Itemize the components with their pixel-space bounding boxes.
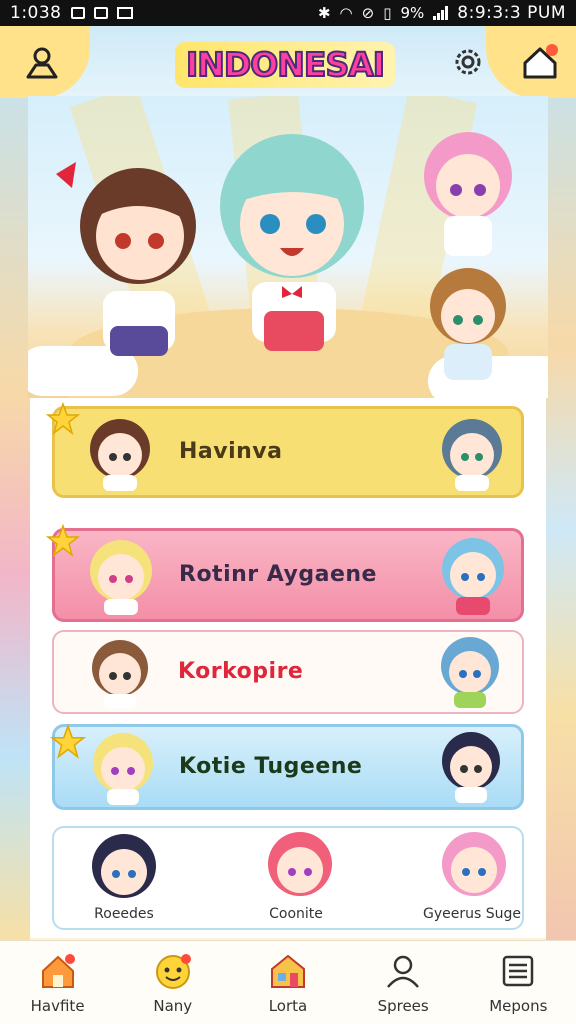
smiley-icon bbox=[151, 949, 195, 993]
character-brown-hair bbox=[56, 162, 196, 356]
avatar bbox=[90, 540, 152, 615]
nav-item-havfite[interactable]: Havfite bbox=[0, 941, 115, 1024]
character-pink-hair bbox=[424, 132, 512, 256]
character-ponytail bbox=[430, 268, 506, 380]
document-icon bbox=[496, 949, 540, 993]
star-icon bbox=[46, 524, 80, 557]
avatar bbox=[92, 640, 148, 708]
shop-icon bbox=[266, 949, 310, 993]
nav-label: Havfite bbox=[30, 997, 85, 1015]
battery-percent: 9% bbox=[400, 4, 425, 22]
nav-label: Sprees bbox=[377, 997, 429, 1015]
gear-icon bbox=[455, 49, 481, 75]
house-icon bbox=[36, 949, 80, 993]
list-item-label: Korkopire bbox=[178, 659, 304, 684]
avatar bbox=[442, 732, 500, 803]
profile-icon bbox=[26, 47, 58, 79]
multi-card-label: Gyeerus Suge bbox=[423, 906, 521, 922]
star-icon bbox=[46, 402, 80, 435]
nav-item-lorta[interactable]: Lorta bbox=[230, 941, 345, 1024]
battery-saver-icon: ▯ bbox=[383, 4, 392, 22]
list-item[interactable]: Rotinr Aygaene bbox=[52, 528, 524, 622]
app-header: INDONESAI bbox=[0, 26, 576, 98]
home-notification-icon bbox=[523, 44, 558, 79]
home-notification-button[interactable] bbox=[518, 40, 562, 84]
avatar bbox=[442, 538, 504, 615]
person-icon bbox=[381, 949, 425, 993]
multi-card-label: Coonite bbox=[269, 906, 323, 922]
calendar-icon bbox=[93, 7, 108, 19]
status-time-left: 1:038 bbox=[10, 3, 62, 23]
multi-character-card[interactable]: Roeedes Coonite Gyeerus Suge bbox=[52, 826, 524, 930]
bottom-navigation: Havfite Nany Lorta Sprees Mepons bbox=[0, 940, 576, 1024]
signal-icon bbox=[433, 6, 449, 20]
bluetooth-icon: ✱ bbox=[317, 4, 331, 22]
nav-label: Mepons bbox=[489, 997, 548, 1015]
avatar bbox=[93, 733, 153, 805]
list-item-label: Kotie Tugeene bbox=[179, 754, 363, 779]
signal-off-icon: ⊘ bbox=[361, 4, 375, 22]
list-item[interactable]: Kotie Tugeene bbox=[52, 724, 524, 810]
avatar bbox=[442, 832, 506, 896]
avatar bbox=[442, 419, 502, 491]
list-item[interactable]: Korkopire bbox=[52, 630, 524, 714]
app-title: INDONESAI bbox=[175, 42, 395, 88]
nav-item-nany[interactable]: Nany bbox=[115, 941, 230, 1024]
status-time-right: 8:9:3:3 PUM bbox=[457, 3, 566, 23]
hero-banner bbox=[28, 96, 548, 398]
avatar bbox=[268, 832, 332, 896]
settings-button[interactable] bbox=[446, 40, 490, 84]
nav-item-mepons[interactable]: Mepons bbox=[461, 941, 576, 1024]
character-teal-hair bbox=[220, 134, 364, 351]
list-item[interactable]: Havinva bbox=[52, 406, 524, 498]
wifi-icon: ◠ bbox=[339, 4, 353, 22]
multi-card-label: Roeedes bbox=[94, 906, 154, 922]
background-scenery-right bbox=[546, 26, 576, 940]
profile-button[interactable] bbox=[20, 40, 64, 84]
avatar bbox=[92, 834, 156, 898]
list-item-label: Havinva bbox=[179, 439, 283, 464]
star-icon bbox=[50, 724, 86, 759]
status-bar: 1:038 ✱ ◠ ⊘ ▯ 9% 8:9:3:3 PUM bbox=[0, 0, 576, 26]
nav-label: Lorta bbox=[268, 997, 308, 1015]
image-icon bbox=[116, 7, 133, 19]
hero-characters bbox=[56, 132, 512, 380]
avatar bbox=[441, 637, 499, 708]
nav-item-sprees[interactable]: Sprees bbox=[346, 941, 461, 1024]
background-scenery-left bbox=[0, 26, 30, 940]
list-item-label: Rotinr Aygaene bbox=[179, 562, 377, 587]
notification-icon bbox=[70, 7, 85, 19]
avatar bbox=[90, 419, 150, 491]
nav-label: Nany bbox=[153, 997, 193, 1015]
